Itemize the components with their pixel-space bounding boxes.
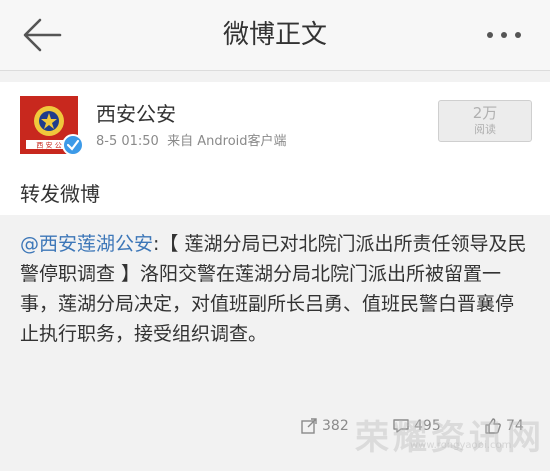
- more-dots-icon[interactable]: [484, 22, 524, 48]
- forward-icon: [301, 418, 317, 434]
- forward-button[interactable]: 382: [300, 415, 349, 437]
- forward-count: 382: [322, 418, 349, 434]
- post-body: 转发微博: [20, 182, 100, 206]
- reads-count: 2万: [472, 104, 498, 122]
- top-bar: 微博正文: [0, 0, 550, 71]
- post-meta: 8-5 01:50 来自 Android客户端: [96, 130, 287, 149]
- svg-text:西 安 公: 西 安 公: [36, 141, 61, 150]
- mention-link[interactable]: @西安莲湖公安: [20, 233, 153, 255]
- post-source: Android客户端: [197, 134, 287, 149]
- site-watermark-url: www.rongyaobi.com: [410, 440, 512, 451]
- reads-label: 阅读: [474, 123, 496, 136]
- author-name[interactable]: 西安公安: [96, 98, 176, 127]
- reads-counter[interactable]: 2万 阅读: [438, 100, 532, 142]
- verified-badge-icon: [62, 134, 84, 156]
- source-prefix: 来自: [167, 134, 194, 149]
- page-title: 微博正文: [222, 20, 327, 50]
- site-watermark: 荣耀资讯网: [355, 418, 545, 458]
- post-time: 8-5 01:50: [96, 134, 159, 149]
- repost-text: @西安莲湖公安:【 莲湖分局已对北院门派出所责任领导及民警停职调查 】洛阳交警在…: [20, 229, 530, 349]
- post-card: 西 安 公 西安公安 8-5 01:50 来自 Android客户端 2万 阅读…: [0, 82, 550, 215]
